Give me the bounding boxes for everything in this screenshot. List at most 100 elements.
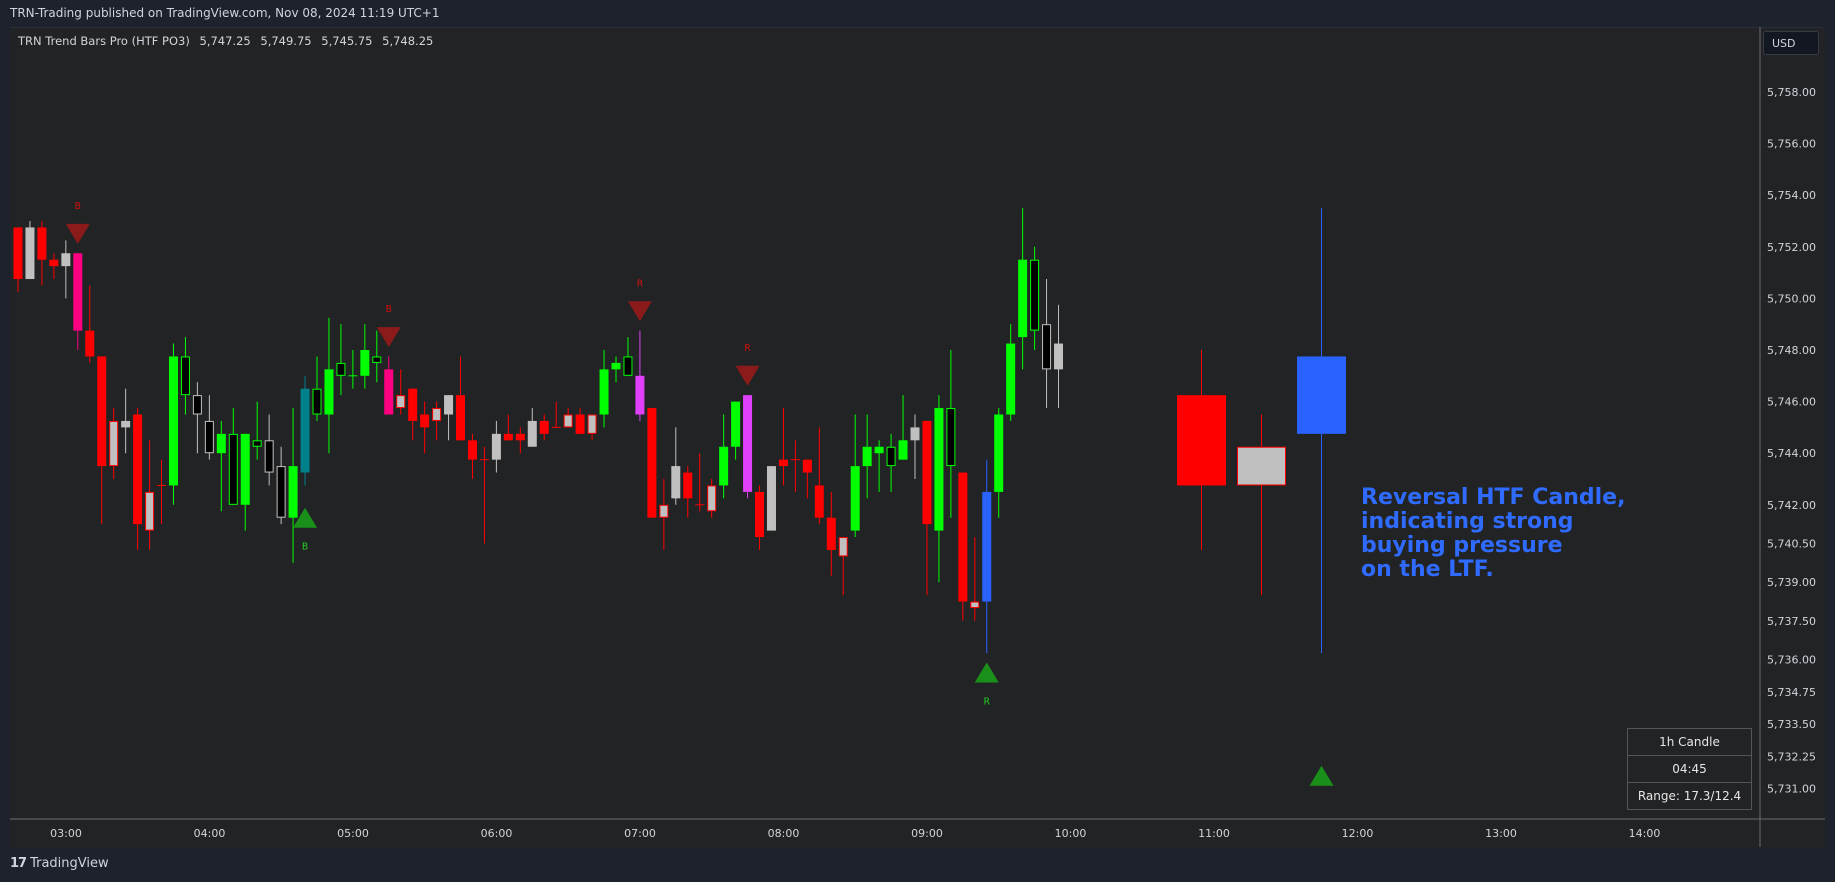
candle-body	[288, 466, 298, 518]
candle-body	[324, 369, 334, 415]
time-tick-label: 08:00	[768, 827, 800, 840]
candle-body	[778, 459, 788, 467]
candle-body	[168, 356, 178, 486]
sell-signal-triangle	[627, 301, 652, 322]
candle-info-box: 1h Candle 04:45 Range: 17.3/12.4	[1627, 728, 1752, 810]
candle-body	[300, 388, 310, 473]
price-tick-label: 5,733.50	[1767, 718, 1816, 731]
candle-body	[707, 485, 717, 512]
price-tick-label: 5,742.00	[1767, 499, 1816, 512]
candle-body	[802, 459, 812, 473]
signal-label: R	[745, 343, 752, 354]
time-tick-label: 03:00	[50, 827, 82, 840]
candle-body	[252, 440, 262, 447]
htf-candle-body	[1177, 395, 1226, 486]
price-tick-label: 5,732.25	[1767, 750, 1816, 763]
candle-body	[1042, 324, 1052, 370]
candle-body	[623, 356, 633, 376]
currency-selector[interactable]: USD	[1763, 31, 1819, 55]
candle-body	[766, 466, 776, 531]
candle-body	[97, 356, 107, 467]
candle-body	[264, 440, 274, 473]
legend-open: 5,747.25	[199, 34, 251, 48]
candle-body	[814, 485, 824, 518]
candle-body	[1006, 343, 1016, 415]
price-chart[interactable]: 5,758.00 5,756.00 5,754.00 5,752.00 5,750.00…	[0, 0, 1835, 882]
candle-body	[683, 472, 693, 499]
candle-body	[587, 414, 597, 434]
time-tick-label: 09:00	[911, 827, 943, 840]
signal-label: B	[302, 542, 308, 553]
signal-label: B	[75, 201, 81, 212]
candle-body	[456, 395, 466, 441]
candle-body	[372, 356, 382, 363]
sell-signal-triangle	[376, 327, 401, 348]
brand-name: TradingView	[30, 856, 109, 871]
candle-body	[850, 466, 860, 531]
candle-body	[61, 253, 71, 267]
candle-body	[420, 414, 430, 428]
candle-body	[719, 446, 729, 486]
candle-body	[659, 504, 669, 518]
candle-body	[910, 427, 920, 441]
time-tick-label: 10:00	[1055, 827, 1087, 840]
candle-body	[360, 350, 370, 376]
candle-body	[228, 433, 238, 505]
candle-body	[563, 414, 573, 428]
price-tick-label: 5,746.00	[1767, 396, 1816, 409]
candle-body	[671, 466, 681, 499]
candle-body	[982, 491, 992, 602]
annotation-text: Reversal HTF Candle, indicating strong b…	[1361, 485, 1626, 582]
price-tick-label: 5,758.00	[1767, 86, 1816, 99]
candle-body	[384, 369, 394, 415]
info-title: 1h Candle	[1628, 729, 1751, 756]
info-countdown: 04:45	[1628, 756, 1751, 783]
candle-body	[838, 537, 848, 557]
legend-low: 5,745.75	[321, 34, 373, 48]
candle-body	[408, 388, 418, 421]
candle-body	[276, 466, 286, 518]
price-tick-label: 5,756.00	[1767, 138, 1816, 151]
tradingview-logo-icon: 17	[10, 856, 27, 871]
candle-body	[13, 227, 23, 280]
candle-body	[898, 440, 908, 460]
time-tick-label: 04:00	[194, 827, 226, 840]
candle-body	[73, 253, 83, 331]
signal-label: R	[637, 278, 644, 289]
sell-signal-triangle	[65, 223, 90, 244]
candle-body	[180, 356, 190, 396]
price-tick-label: 5,739.00	[1767, 576, 1816, 589]
candle-body	[599, 369, 609, 415]
legend-high: 5,749.75	[260, 34, 312, 48]
candle-body	[946, 408, 956, 467]
time-tick-label: 07:00	[624, 827, 656, 840]
candle-body	[204, 420, 214, 454]
candle-body	[862, 446, 872, 467]
time-tick-label: 11:00	[1198, 827, 1230, 840]
indicator-name[interactable]: TRN Trend Bars Pro (HTF PO3)	[18, 34, 190, 48]
candle-body	[575, 414, 585, 434]
candle-body	[994, 414, 1004, 492]
htf-candle-body	[1297, 356, 1346, 434]
price-tick-label: 5,737.50	[1767, 615, 1816, 628]
candle-body	[647, 408, 657, 518]
indicator-legend[interactable]: TRN Trend Bars Pro (HTF PO3) 5,747.25 5,…	[18, 34, 439, 48]
candle-body	[934, 408, 944, 531]
htf-candle-body	[1237, 446, 1286, 486]
sell-signal-triangle	[735, 365, 760, 386]
candle-body	[886, 446, 896, 467]
candle-body	[527, 420, 537, 447]
footer: 17 TradingView	[10, 856, 109, 871]
candle-body	[874, 446, 884, 454]
signal-label: R	[984, 697, 991, 708]
price-tick-label: 5,744.00	[1767, 447, 1816, 460]
legend-close: 5,748.25	[382, 34, 434, 48]
time-tick-label: 12:00	[1342, 827, 1374, 840]
candle-body	[192, 395, 202, 415]
candle-body	[922, 420, 932, 525]
candle-body	[85, 330, 95, 357]
time-tick-label: 14:00	[1629, 827, 1661, 840]
price-tick-label: 5,752.00	[1767, 241, 1816, 254]
candle-body	[635, 375, 645, 415]
candle-body	[958, 472, 968, 602]
